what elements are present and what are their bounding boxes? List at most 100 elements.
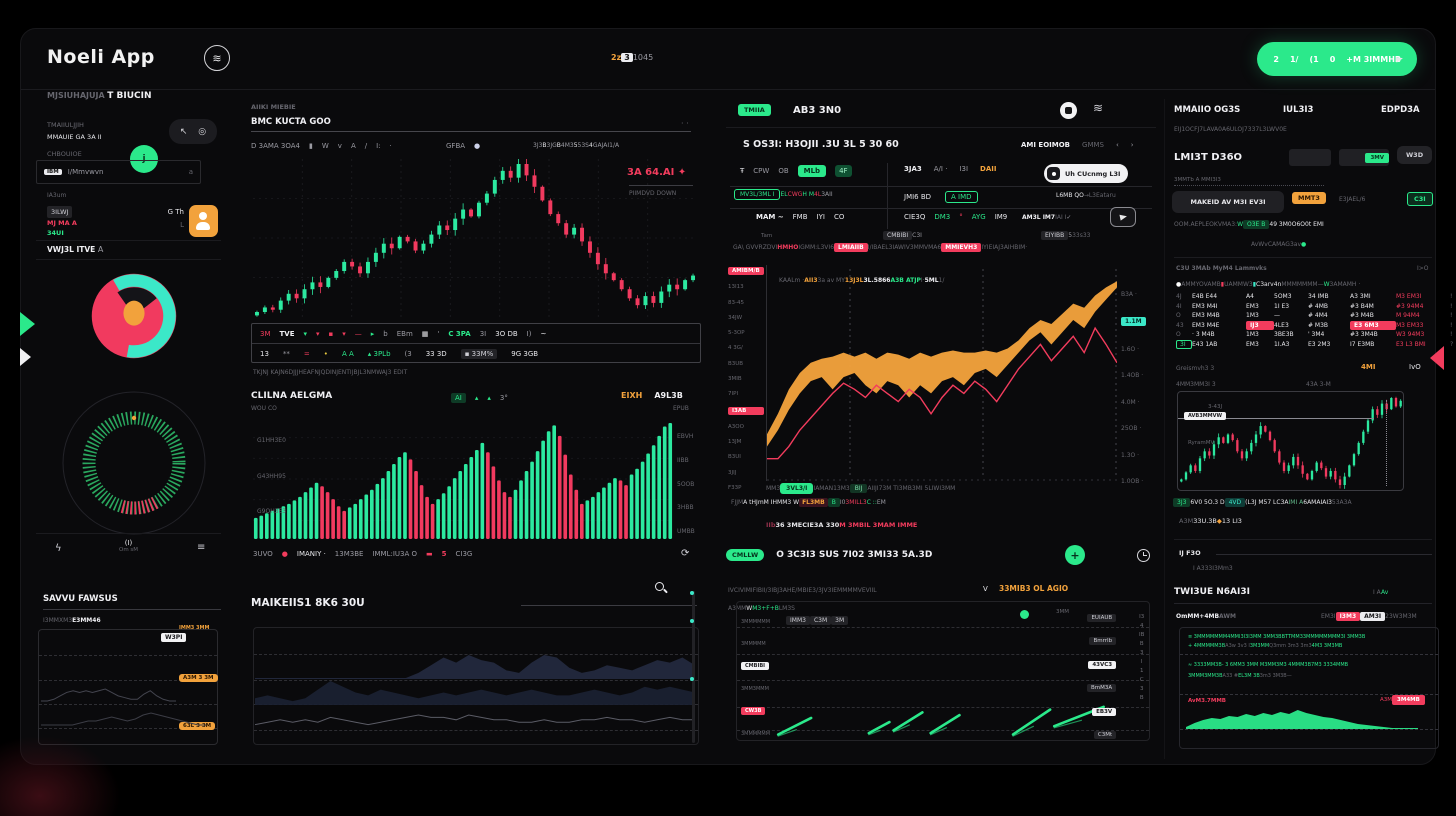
chip[interactable]: HMHO bbox=[777, 244, 798, 251]
sidebar-mode-switch[interactable]: ↖◎ bbox=[169, 119, 217, 144]
min-button[interactable]: MMT3 bbox=[1292, 192, 1326, 204]
ticker-badge[interactable]: BmM3A bbox=[1087, 684, 1116, 692]
filter-item[interactable]: IMANIY · bbox=[297, 550, 326, 558]
tick-label[interactable]: 37L3L bbox=[1252, 126, 1270, 133]
wd-button[interactable]: W3D bbox=[1397, 146, 1432, 164]
log-entry[interactable]: 3M4MB bbox=[1392, 695, 1425, 705]
label[interactable]: EIXH bbox=[621, 391, 642, 400]
toolbar-item[interactable]: 3° bbox=[500, 394, 508, 402]
coin-icon[interactable]: ◎ bbox=[198, 127, 206, 137]
toolbar-item[interactable]: ▪ 33M% bbox=[461, 349, 498, 359]
control[interactable]: DAII bbox=[980, 165, 996, 173]
control[interactable]: CPW bbox=[753, 167, 769, 175]
axis-label[interactable]: BIJ bbox=[850, 484, 868, 493]
app-logo-icon[interactable]: ≋ bbox=[204, 45, 230, 71]
control[interactable]: EM bbox=[877, 499, 886, 506]
toolbar-item[interactable]: 33 3D bbox=[426, 350, 447, 358]
ticker-badge[interactable]: 43VC3 bbox=[1088, 661, 1116, 669]
filter-item[interactable]: 13M3BE bbox=[335, 550, 364, 558]
right-red-marker[interactable] bbox=[1430, 346, 1444, 370]
tick-label[interactable]: EIJ1O bbox=[1174, 126, 1190, 133]
control[interactable]: OOM. bbox=[1174, 221, 1191, 228]
toolbar-item[interactable]: ▾ bbox=[316, 330, 320, 338]
control[interactable]: 4F bbox=[835, 165, 851, 177]
cursor-icon[interactable]: ↖ bbox=[180, 127, 188, 137]
axis-label[interactable]: 1.1M bbox=[1121, 317, 1146, 326]
toolbar-item[interactable]: ● bbox=[474, 142, 480, 150]
bl-top-badge[interactable]: W3PI bbox=[161, 633, 186, 642]
toolbar-item[interactable]: GAJAI bbox=[593, 142, 609, 149]
tab[interactable]: DJJJHE bbox=[289, 369, 307, 376]
primary-cta-button[interactable]: 21/(10+M 3IMMHB bbox=[1257, 42, 1417, 76]
control[interactable]: AEPLEO bbox=[1191, 221, 1214, 228]
control[interactable]: OB bbox=[778, 167, 788, 175]
toolbar-item[interactable]: ' bbox=[437, 330, 439, 338]
limit-input[interactable] bbox=[1289, 149, 1331, 166]
control[interactable]: A IMD bbox=[945, 191, 978, 203]
ticker-badge[interactable]: C3Mt bbox=[1094, 731, 1116, 739]
control[interactable]: KVMA3: bbox=[1214, 221, 1237, 228]
toolbar-item[interactable]: GFBA bbox=[446, 142, 465, 150]
toolbar-item[interactable]: (3 bbox=[405, 350, 412, 358]
stat[interactable]: 3J3 bbox=[1173, 498, 1190, 507]
chip[interactable]: EIAJ3AIHB bbox=[989, 244, 1019, 251]
search-icon[interactable] bbox=[655, 582, 664, 591]
toolbar-item[interactable]: • bbox=[324, 350, 328, 358]
lightning-icon[interactable]: ϟ bbox=[55, 543, 62, 554]
toolbar-item[interactable]: ▴ bbox=[475, 394, 479, 402]
toolbar-item[interactable]: 3O DB bbox=[495, 330, 517, 338]
tick-label[interactable]: WV0E bbox=[1269, 126, 1287, 133]
mid-toggle[interactable]: Uh CUcnmg L3I bbox=[1044, 164, 1128, 183]
series-label[interactable]: CMBIBI bbox=[741, 662, 769, 670]
tick-label[interactable]: AVA0 bbox=[1207, 126, 1222, 133]
control[interactable]: AvW bbox=[1251, 241, 1264, 248]
bl-orange-badge-1[interactable]: A3M 3 3M bbox=[179, 674, 218, 682]
control[interactable]: DM3 bbox=[934, 213, 950, 221]
volume-bar-chart[interactable] bbox=[253, 417, 673, 541]
bm-scrollbar[interactable] bbox=[692, 591, 695, 743]
chip[interactable]: C3I bbox=[912, 232, 922, 239]
toolbar-item[interactable]: ▴ bbox=[487, 394, 491, 402]
control[interactable]: 49 3M0 bbox=[1269, 221, 1291, 228]
toolbar-item[interactable]: ▸ bbox=[371, 330, 375, 338]
toolbar-item[interactable]: ~ bbox=[540, 330, 546, 338]
chip[interactable]: BAEL3IA bbox=[873, 244, 898, 251]
add-icon[interactable]: + bbox=[1065, 545, 1085, 565]
control[interactable]: MV3L/3ML I bbox=[734, 189, 780, 200]
menu-icon[interactable]: ≡ bbox=[197, 542, 205, 553]
table-row[interactable]: OEM3 M4B1M3—# 4M4#3 M4BM 94M4! bbox=[1176, 311, 1438, 321]
toolbar-item[interactable]: ** bbox=[283, 350, 290, 358]
control[interactable]: › bbox=[1131, 141, 1134, 149]
left-white-marker[interactable] bbox=[20, 348, 31, 366]
toolbar-item[interactable]: 3J3 bbox=[533, 142, 542, 149]
control[interactable]: EL bbox=[780, 191, 787, 198]
filter-item[interactable]: IMML:IU3A O bbox=[372, 550, 417, 558]
legend-item[interactable]: 13J3L bbox=[845, 277, 864, 284]
tick-label[interactable]: OJ73 bbox=[1237, 126, 1251, 133]
sidebar-value-row[interactable]: VWJ3L ITVE A bbox=[47, 245, 219, 254]
control[interactable]: I3I bbox=[959, 165, 968, 173]
status-badge[interactable]: CMLLW bbox=[726, 549, 764, 561]
control[interactable]: FMB bbox=[793, 213, 808, 221]
toolbar-item[interactable]: W bbox=[322, 142, 329, 150]
nav-item[interactable]: 3 bbox=[621, 53, 633, 62]
tick-label[interactable]: A6UL bbox=[1222, 126, 1237, 133]
filter-item[interactable]: 3UVO bbox=[253, 550, 273, 558]
table-title-right[interactable]: I>O bbox=[1417, 265, 1429, 272]
toolbar-item[interactable]: ▾ bbox=[342, 330, 346, 338]
control[interactable]: A tHJm bbox=[743, 499, 764, 506]
control[interactable]: H M bbox=[802, 191, 814, 198]
main-candlestick-chart[interactable] bbox=[253, 159, 697, 317]
nav-item[interactable]: 2z bbox=[611, 53, 621, 62]
ticker-badge[interactable]: BmrrIb bbox=[1089, 637, 1116, 645]
control[interactable]: B bbox=[828, 498, 840, 507]
stat[interactable]: 4VD bbox=[1225, 498, 1246, 507]
control[interactable]: I A bbox=[1373, 589, 1381, 596]
toolbar-item[interactable]: I: bbox=[376, 142, 380, 150]
tab[interactable]: DINJEN bbox=[325, 369, 346, 376]
control[interactable]: CAMA bbox=[1268, 241, 1285, 248]
sidebar-bottom-center[interactable]: (I) Om sM bbox=[119, 539, 138, 553]
toolbar-item[interactable]: A bbox=[351, 142, 356, 150]
chip[interactable]: GA\ GVVRZDVI bbox=[733, 244, 777, 251]
filter-chip[interactable]: EM3I bbox=[1321, 613, 1336, 620]
